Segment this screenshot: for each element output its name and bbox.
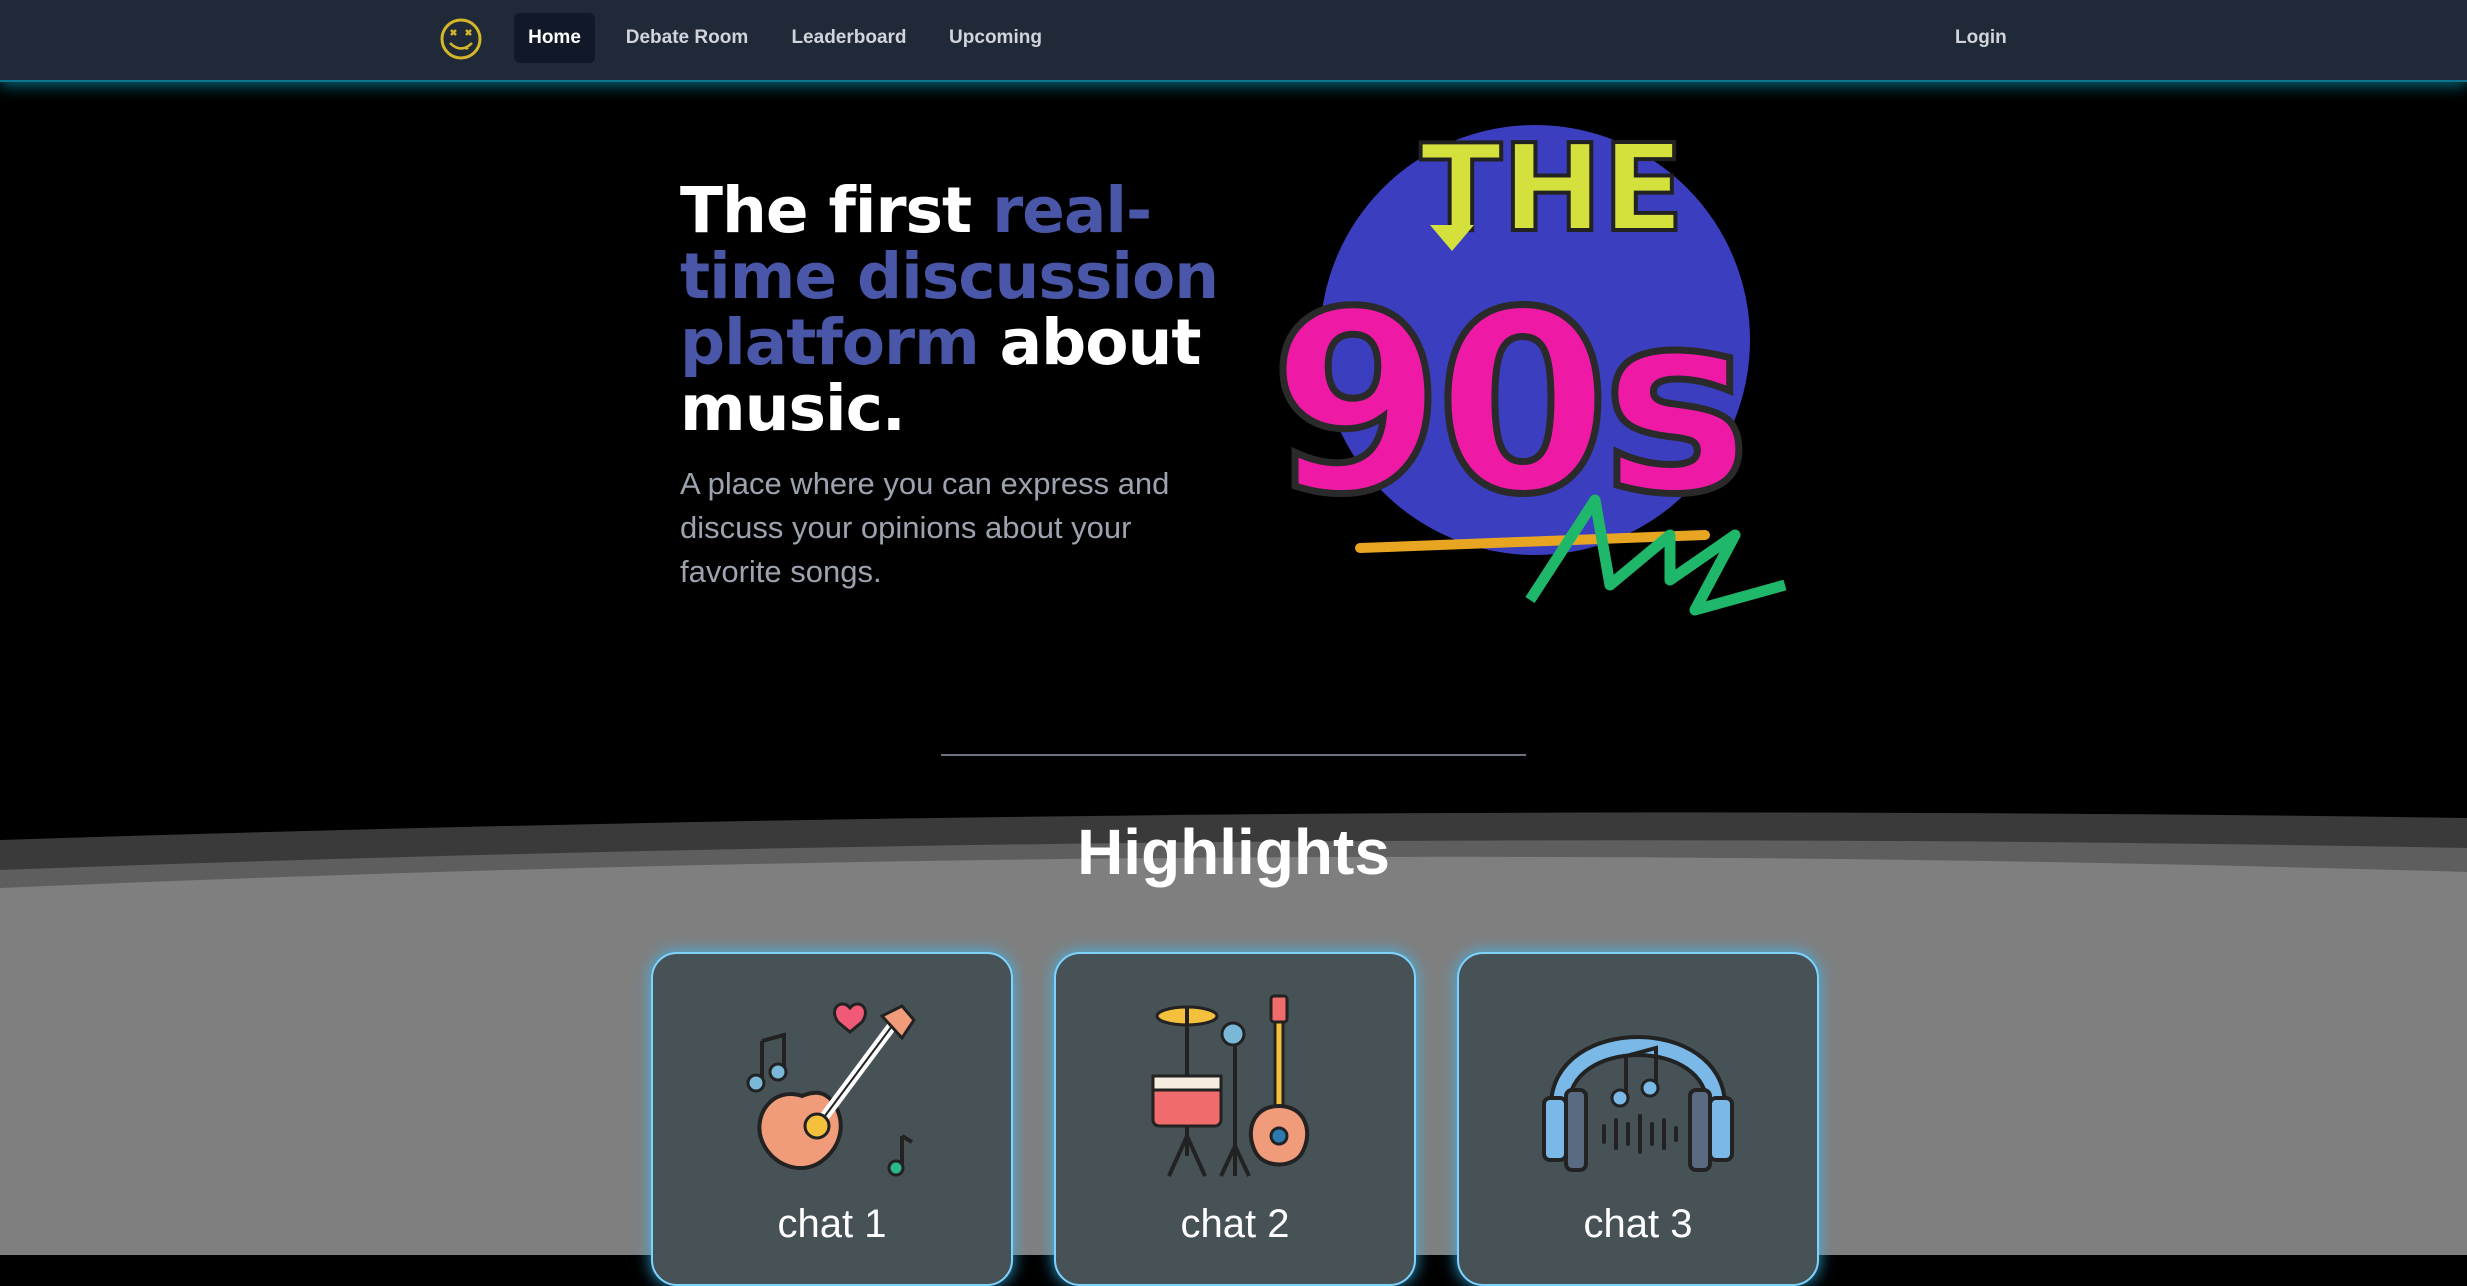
guitar-icon (746, 1002, 916, 1177)
chat-card-3-label: chat 3 (1583, 1202, 1693, 1246)
hero-subtitle: A place where you can express and discus… (680, 466, 1170, 589)
section-divider (941, 754, 1526, 756)
chat-card-2-label: chat 2 (1180, 1202, 1290, 1246)
chat-card-1[interactable]: chat 1 (651, 952, 1013, 1286)
hero-title: The first real-time discussion platform … (680, 178, 1240, 442)
the-90s-logo-image: THE 90s (1267, 118, 1787, 616)
chat-card-2[interactable]: chat 2 (1054, 952, 1416, 1286)
nav-leaderboard-link[interactable]: Leaderboard (783, 13, 915, 63)
art-90s-text: 90s (1270, 258, 1743, 549)
hero-title-part1: The first (680, 174, 993, 247)
navbar: Home Debate Room Leaderboard Upcoming Lo… (0, 0, 2467, 82)
smiley-logo-icon[interactable] (438, 16, 484, 62)
nav-home-link[interactable]: Home (514, 13, 595, 63)
headphones-icon (1542, 1035, 1734, 1172)
nav-upcoming-link[interactable]: Upcoming (938, 13, 1053, 63)
login-link[interactable]: Login (1955, 13, 2007, 63)
nav-debate-room-link[interactable]: Debate Room (616, 13, 758, 63)
drums-guitar-icon (1151, 994, 1309, 1177)
chat-card-3[interactable]: chat 3 (1457, 952, 1819, 1286)
chat-card-1-label: chat 1 (777, 1202, 887, 1246)
highlights-title: Highlights (1077, 816, 1390, 888)
